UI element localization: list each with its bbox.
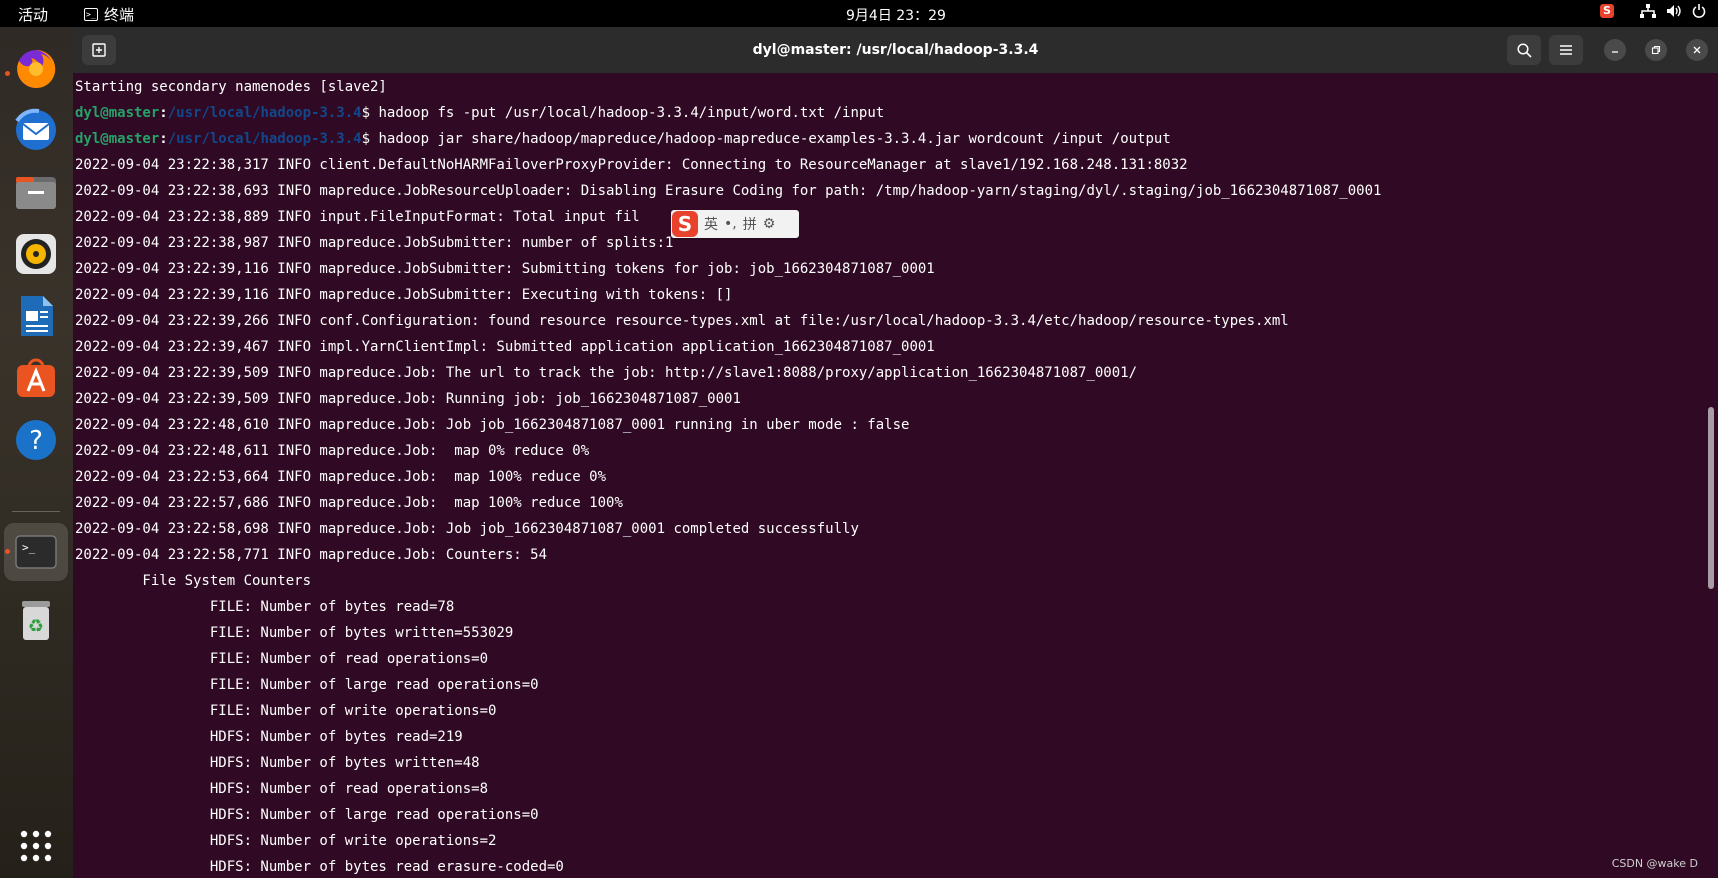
terminal-line: 2022-09-04 23:22:57,686 INFO mapreduce.J…: [75, 495, 623, 511]
terminal-line: 2022-09-04 23:22:38,693 INFO mapreduce.J…: [75, 183, 1382, 199]
ime-punctuation-toggle[interactable]: •,: [724, 216, 737, 232]
hamburger-icon: [1560, 45, 1572, 55]
new-tab-button[interactable]: [82, 35, 116, 65]
restore-icon: [1651, 45, 1661, 55]
terminal-output[interactable]: Starting secondary namenodes [slave2] dy…: [75, 74, 1695, 878]
terminal-line: HDFS: Number of bytes read erasure-coded…: [75, 859, 564, 875]
clock[interactable]: 9月4日 23：29: [846, 5, 946, 25]
app-grid-icon[interactable]: [13, 823, 59, 869]
writer-icon[interactable]: [13, 293, 59, 339]
terminal-line: HDFS: Number of write operations=2: [75, 833, 497, 849]
software-icon[interactable]: [13, 355, 59, 401]
close-icon: [1693, 46, 1701, 54]
terminal-line: FILE: Number of read operations=0: [75, 651, 489, 667]
network-icon[interactable]: [1640, 4, 1656, 18]
menu-button[interactable]: [1549, 35, 1583, 65]
firefox-icon[interactable]: [13, 45, 59, 91]
terminal-window: dyl@master: /usr/local/hadoop-3.3.4 Star…: [73, 27, 1718, 878]
terminal-line: 2022-09-04 23:22:38,889 INFO input.FileI…: [75, 209, 775, 225]
volume-icon[interactable]: [1666, 4, 1682, 18]
search-button[interactable]: [1507, 35, 1541, 65]
prompt-user: dyl@master: [75, 105, 160, 121]
search-icon: [1516, 42, 1532, 58]
terminal-dock-icon[interactable]: >_: [13, 529, 59, 575]
help-glyph: ?: [29, 426, 43, 456]
terminal-line: Starting secondary namenodes [slave2]: [75, 79, 387, 95]
prompt-user: dyl@master: [75, 131, 160, 147]
close-button[interactable]: [1686, 39, 1708, 61]
files-icon[interactable]: [13, 169, 59, 215]
ime-toolbar[interactable]: S 英 •, 拼 ⚙: [671, 210, 799, 238]
terminal-line: 2022-09-04 23:22:48,610 INFO mapreduce.J…: [75, 417, 910, 433]
terminal-line: HDFS: Number of large read operations=0: [75, 807, 539, 823]
running-indicator: [5, 71, 10, 76]
scrollbar[interactable]: [1708, 77, 1714, 872]
terminal-line: FILE: Number of large read operations=0: [75, 677, 539, 693]
terminal-line: 2022-09-04 23:22:38,987 INFO mapreduce.J…: [75, 235, 674, 251]
terminal-line: HDFS: Number of bytes read=219: [75, 729, 463, 745]
thunderbird-icon[interactable]: [13, 107, 59, 153]
running-indicator: [5, 549, 10, 554]
terminal-line: HDFS: Number of bytes written=48: [75, 755, 480, 771]
prompt-line: dyl@master:/usr/local/hadoop-3.3.4$ hado…: [75, 131, 1171, 147]
minimize-icon: [1612, 51, 1618, 53]
terminal-line: 2022-09-04 23:22:39,509 INFO mapreduce.J…: [75, 365, 1138, 381]
trash-icon[interactable]: ♻: [13, 597, 59, 643]
ime-tray-icon[interactable]: S: [1600, 4, 1614, 18]
terminal-line: FILE: Number of bytes written=553029: [75, 625, 514, 641]
app-name: 终端: [104, 6, 135, 24]
terminal-line: 2022-09-04 23:22:39,266 INFO conf.Config…: [75, 313, 1289, 329]
terminal-line: 2022-09-04 23:22:39,116 INFO mapreduce.J…: [75, 261, 935, 277]
sogou-logo-icon[interactable]: S: [672, 211, 698, 237]
rhythmbox-icon[interactable]: [13, 231, 59, 277]
minimize-button[interactable]: [1604, 39, 1626, 61]
prompt-path: /usr/local/hadoop-3.3.4: [167, 131, 362, 147]
terminal-glyph: >_: [22, 541, 36, 554]
ime-input-mode[interactable]: 拼: [743, 214, 757, 234]
system-tray[interactable]: S: [1600, 4, 1706, 18]
terminal-line: 2022-09-04 23:22:48,611 INFO mapreduce.J…: [75, 443, 590, 459]
command-text: $ hadoop jar share/hadoop/mapreduce/hado…: [361, 131, 1171, 147]
terminal-line: FILE: Number of bytes read=78: [75, 599, 455, 615]
terminal-line: 2022-09-04 23:22:39,116 INFO mapreduce.J…: [75, 287, 733, 303]
prompt-path: /usr/local/hadoop-3.3.4: [167, 105, 362, 121]
terminal-icon: >_: [84, 8, 98, 21]
prompt-line: dyl@master:/usr/local/hadoop-3.3.4$ hado…: [75, 105, 885, 121]
top-bar: 活动 >_ 终端 9月4日 23：29 S: [0, 0, 1718, 27]
ime-settings-icon[interactable]: ⚙: [763, 216, 776, 232]
maximize-button[interactable]: [1645, 39, 1667, 61]
terminal-line: 2022-09-04 23:22:53,664 INFO mapreduce.J…: [75, 469, 607, 485]
watermark: CSDN @wake D: [1611, 857, 1698, 870]
terminal-line: FILE: Number of write operations=0: [75, 703, 497, 719]
terminal-line: HDFS: Number of read operations=8: [75, 781, 489, 797]
dock-separator: [12, 511, 60, 512]
terminal-line: 2022-09-04 23:22:39,467 INFO impl.YarnCl…: [75, 339, 935, 355]
terminal-line: 2022-09-04 23:22:38,317 INFO client.Defa…: [75, 157, 1188, 173]
power-icon[interactable]: [1692, 4, 1706, 18]
scrollbar-thumb[interactable]: [1708, 407, 1714, 589]
activities-button[interactable]: 活动: [18, 4, 48, 25]
app-menu[interactable]: >_ 终端: [84, 4, 134, 25]
recycle-glyph: ♻: [28, 616, 44, 637]
ime-language-toggle[interactable]: 英: [704, 214, 718, 234]
header-bar: dyl@master: /usr/local/hadoop-3.3.4: [73, 27, 1718, 73]
new-tab-icon: [92, 43, 106, 57]
dock: ? >_ ♻: [0, 27, 73, 878]
terminal-line: File System Counters: [75, 573, 312, 589]
terminal-line: 2022-09-04 23:22:58,771 INFO mapreduce.J…: [75, 547, 548, 563]
terminal-line: 2022-09-04 23:22:58,698 INFO mapreduce.J…: [75, 521, 859, 537]
command-text: $ hadoop fs -put /usr/local/hadoop-3.3.4…: [361, 105, 885, 121]
window-title: dyl@master: /usr/local/hadoop-3.3.4: [752, 42, 1039, 58]
help-icon[interactable]: ?: [13, 417, 59, 463]
terminal-line: 2022-09-04 23:22:39,509 INFO mapreduce.J…: [75, 391, 741, 407]
